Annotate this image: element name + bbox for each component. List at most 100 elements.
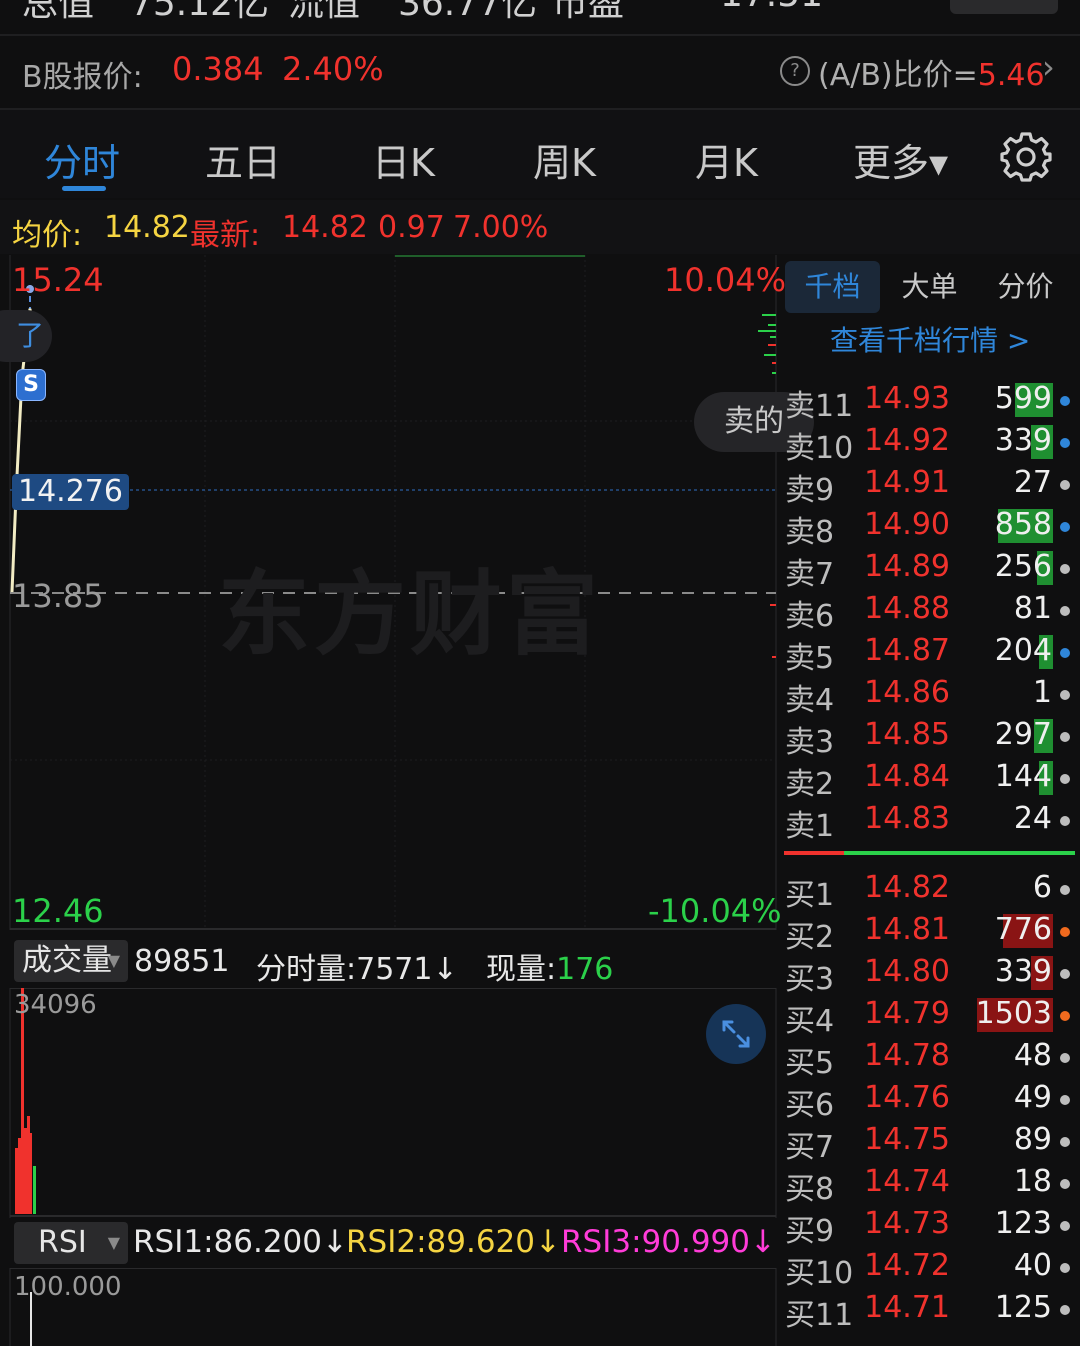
- level-price: 14.72: [864, 1248, 950, 1283]
- bid-row[interactable]: 买5 14.78 48: [780, 1036, 1080, 1081]
- stats-row: 总值 75.12亿 流值 36.77亿 市盈 17.51: [0, 0, 1080, 34]
- bid-row[interactable]: 买6 14.76 49: [780, 1078, 1080, 1123]
- float-cap-label: 流值: [288, 0, 361, 24]
- level-volume: 27: [1013, 465, 1052, 500]
- tab-five-day[interactable]: 五日: [205, 132, 281, 187]
- bid-row[interactable]: 买1 14.82 6: [780, 868, 1080, 913]
- expand-icon[interactable]: [706, 1004, 766, 1064]
- level-price: 14.75: [864, 1122, 950, 1157]
- bid-row[interactable]: 买8 14.74 18: [780, 1162, 1080, 1207]
- ask-row[interactable]: 卖10 14.92 339: [780, 421, 1080, 466]
- avg-price-value: 14.82: [104, 210, 190, 245]
- level-volume: 1: [1032, 675, 1052, 710]
- level-label: 卖7: [785, 557, 835, 592]
- order-dot-icon: [1060, 1137, 1070, 1147]
- float-cap-value: 36.77亿: [398, 0, 538, 24]
- order-dot-icon: [1060, 1305, 1070, 1315]
- help-icon[interactable]: ?: [780, 56, 810, 86]
- order-dot-icon: [1060, 969, 1070, 979]
- volume-indicator-select[interactable]: 成交量 ▼: [14, 940, 128, 982]
- gear-icon[interactable]: [1000, 130, 1052, 182]
- ask-row[interactable]: 卖8 14.90 858: [780, 505, 1080, 550]
- bid-row[interactable]: 买7 14.75 89: [780, 1120, 1080, 1165]
- rsi1-value: 86.200: [213, 1224, 323, 1260]
- order-dot-icon: [1060, 774, 1070, 784]
- level-label: 买2: [785, 920, 835, 955]
- level-volume: 49: [1013, 1080, 1052, 1115]
- level-volume: 599: [994, 381, 1052, 416]
- tab-daily-k[interactable]: 日K: [372, 132, 435, 187]
- down-arrow-icon: ↓: [322, 1224, 348, 1260]
- level-price: 14.74: [864, 1164, 950, 1199]
- order-dot-icon: [1060, 885, 1070, 895]
- pb-label: 市盈: [552, 0, 625, 24]
- bid-row[interactable]: 买3 14.80 339: [780, 952, 1080, 997]
- level-label: 买8: [785, 1172, 835, 1207]
- tab-big-orders[interactable]: 大单: [882, 261, 977, 313]
- ask-row[interactable]: 卖4 14.86 1: [780, 673, 1080, 718]
- level-label: 卖11: [785, 389, 854, 424]
- ask-row[interactable]: 卖9 14.91 27: [780, 463, 1080, 508]
- rsi-max-label: 100.000: [14, 1272, 122, 1302]
- more-stats-button[interactable]: [950, 0, 1058, 14]
- avg-price-label: 均价:: [12, 218, 83, 253]
- chevron-right-icon[interactable]: ›: [1042, 48, 1055, 86]
- level-price: 14.91: [864, 465, 950, 500]
- bid-row[interactable]: 买11 14.71 125: [780, 1288, 1080, 1333]
- intraday-chart[interactable]: 东方财富 15.24 10.04% 13.85 12.46 -10.04% 14…: [0, 255, 814, 930]
- order-dot-icon: [1060, 396, 1070, 406]
- order-dot-icon: [1060, 438, 1070, 448]
- ask-row[interactable]: 卖5 14.87 204: [780, 631, 1080, 676]
- bid-row[interactable]: 买10 14.72 40: [780, 1246, 1080, 1291]
- rsi-indicator-select[interactable]: RSI ▼: [14, 1222, 128, 1264]
- b-share-quote-row[interactable]: B股报价: 0.384 2.40% ? (A/B)比价=5.46 ›: [0, 36, 1080, 108]
- ask-row[interactable]: 卖7 14.89 256: [780, 547, 1080, 592]
- level-volume: 89: [1013, 1122, 1052, 1157]
- tab-intraday[interactable]: 分时: [44, 132, 120, 187]
- pct-high-label: 10.04%: [664, 261, 787, 299]
- sell-signal-marker[interactable]: S: [16, 369, 46, 401]
- level-label: 卖8: [785, 515, 835, 550]
- ask-row[interactable]: 卖3 14.85 297: [780, 715, 1080, 760]
- level-price: 14.76: [864, 1080, 950, 1115]
- level-price: 14.83: [864, 801, 950, 836]
- ask-row[interactable]: 卖11 14.93 599: [780, 379, 1080, 424]
- level-label: 买6: [785, 1088, 835, 1123]
- volume-chart[interactable]: 34096: [0, 988, 778, 1218]
- price-info-bar: 均价: 14.82 最新: 14.82 0.97 7.00%: [0, 200, 1080, 254]
- active-tab-indicator: [62, 186, 106, 191]
- level-label: 卖1: [785, 809, 835, 844]
- ask-row[interactable]: 卖2 14.84 144: [780, 757, 1080, 802]
- tab-weekly-k[interactable]: 周K: [533, 132, 596, 187]
- tab-monthly-k[interactable]: 月K: [695, 132, 758, 187]
- view-thousand-levels-link[interactable]: 查看千档行情 >: [830, 319, 1030, 359]
- level-price: 14.73: [864, 1206, 950, 1241]
- ask-row[interactable]: 卖1 14.83 24: [780, 799, 1080, 844]
- tab-thousand-levels[interactable]: 千档: [785, 261, 880, 313]
- level-price: 14.88: [864, 591, 950, 626]
- tab-price-distribution[interactable]: 分价: [978, 261, 1073, 313]
- tab-more[interactable]: 更多▾: [853, 132, 948, 187]
- volume-bars: [9, 988, 777, 1218]
- order-dot-icon: [1060, 480, 1070, 490]
- level-price: 14.90: [864, 507, 950, 542]
- level-volume: 858: [994, 507, 1052, 542]
- left-notice-bubble[interactable]: 了: [0, 310, 52, 362]
- level-volume: 125: [994, 1290, 1052, 1325]
- level-label: 买9: [785, 1214, 835, 1249]
- bid-row[interactable]: 买2 14.81 776: [780, 910, 1080, 955]
- down-arrow-icon: ↓: [432, 952, 458, 987]
- bid-row[interactable]: 买4 14.79 1503: [780, 994, 1080, 1039]
- rsi-chart[interactable]: 100.000: [0, 1268, 778, 1346]
- pct-low-label: -10.04%: [648, 892, 782, 930]
- ask-row[interactable]: 卖6 14.88 81: [780, 589, 1080, 634]
- order-dot-icon: [1060, 1263, 1070, 1273]
- level-price: 14.78: [864, 1038, 950, 1073]
- ab-ratio-label: (A/B)比价=: [818, 58, 978, 93]
- down-arrow-icon: ↓: [535, 1224, 561, 1260]
- change-value: 0.97: [378, 210, 445, 245]
- rsi2-label: RSI2:: [346, 1224, 427, 1260]
- level-volume: 40: [1013, 1248, 1052, 1283]
- ab-ratio-value: 5.46: [977, 58, 1045, 93]
- bid-row[interactable]: 买9 14.73 123: [780, 1204, 1080, 1249]
